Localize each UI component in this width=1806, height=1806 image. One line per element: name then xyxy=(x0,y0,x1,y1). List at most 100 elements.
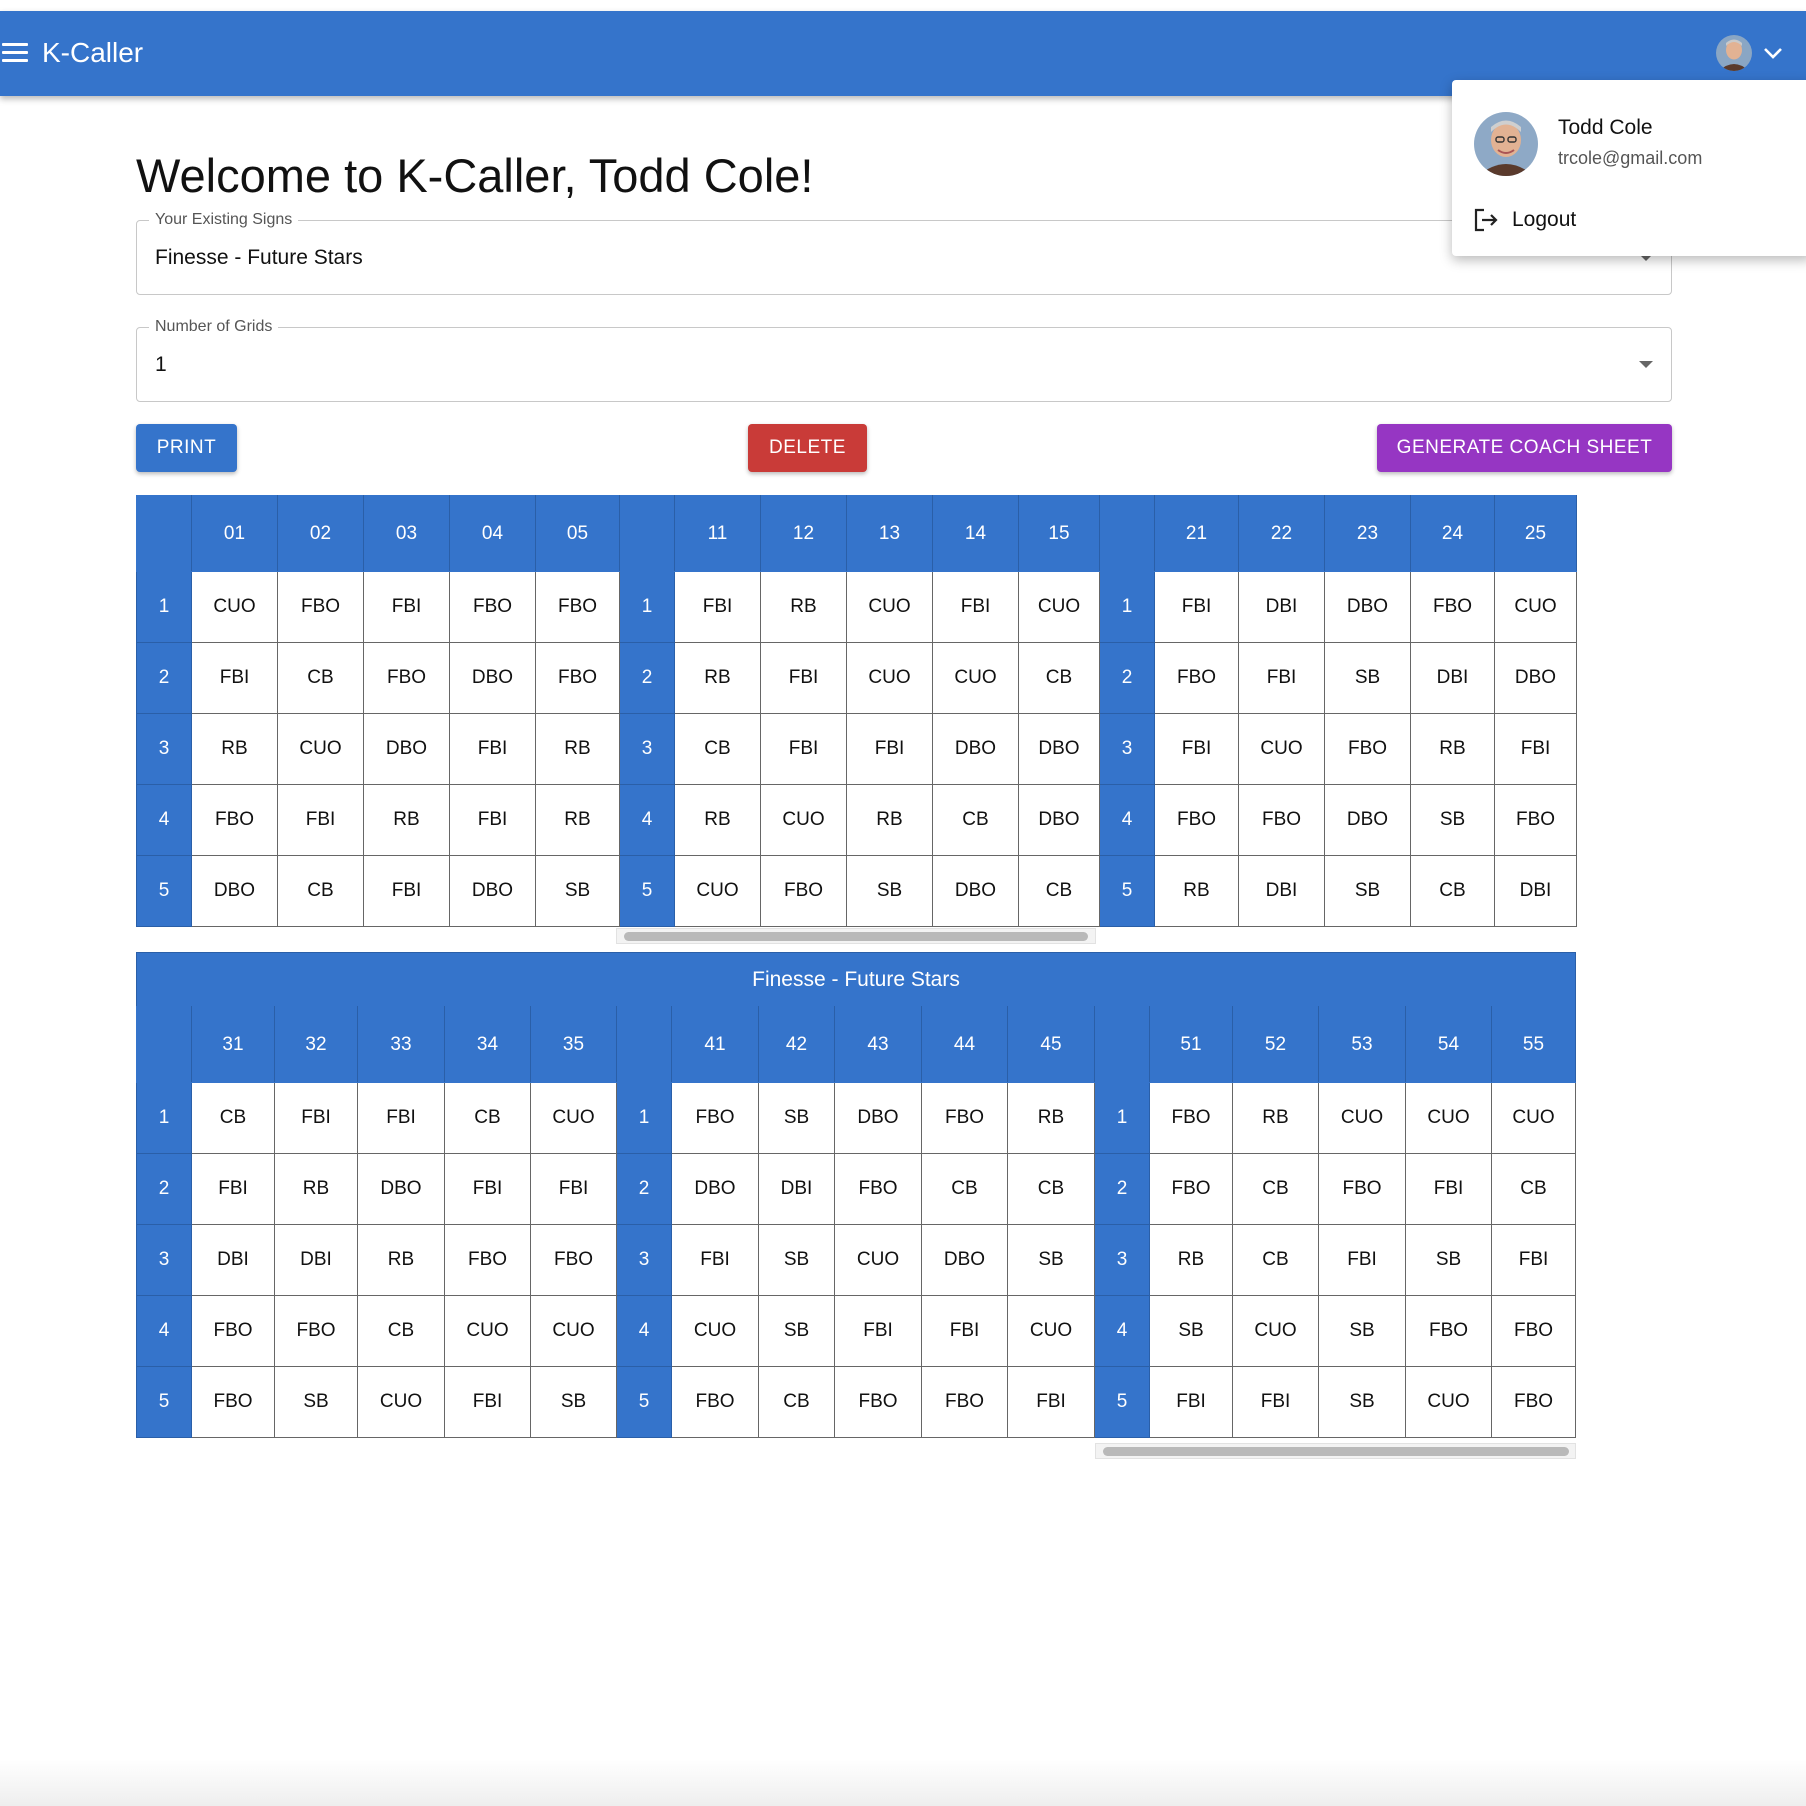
existing-signs-select[interactable]: Your Existing Signs Finesse - Future Sta… xyxy=(136,210,1672,295)
grid-cell[interactable]: FBO xyxy=(671,1082,759,1154)
grid-cell[interactable]: CUO xyxy=(1405,1366,1492,1438)
grid-cell[interactable]: FBI xyxy=(1154,713,1239,785)
grid-cell[interactable]: CUO xyxy=(1238,713,1325,785)
grid-cell[interactable]: CB xyxy=(1232,1153,1319,1225)
grid-cell[interactable]: SB xyxy=(1405,1224,1492,1296)
grid-cell[interactable]: FBO xyxy=(1324,713,1411,785)
grid-cell[interactable]: DBI xyxy=(1410,642,1495,714)
grid-cell[interactable]: FBI xyxy=(363,571,450,643)
grid-cell[interactable]: CUO xyxy=(674,855,761,927)
print-button[interactable]: PRINT xyxy=(136,424,237,472)
grid-cell[interactable]: FBI xyxy=(1318,1224,1406,1296)
grid-cell[interactable]: SB xyxy=(1149,1295,1233,1367)
grid-cell[interactable]: FBO xyxy=(1238,784,1325,856)
grid-cell[interactable]: RB xyxy=(1154,855,1239,927)
grid-cell[interactable]: CUO xyxy=(846,571,933,643)
grid-cell[interactable]: SB xyxy=(1007,1224,1095,1296)
grid-cell[interactable]: FBO xyxy=(191,784,278,856)
grid-cell[interactable]: SB xyxy=(530,1366,617,1438)
grid-cell[interactable]: DBI xyxy=(758,1153,835,1225)
grid-cell[interactable]: FBO xyxy=(449,571,536,643)
grid-cell[interactable]: FBI xyxy=(277,784,364,856)
scrollbar-thumb[interactable] xyxy=(1103,1447,1569,1456)
grid-cell[interactable]: CUO xyxy=(357,1366,445,1438)
grid-cell[interactable]: FBI xyxy=(357,1082,445,1154)
grid-cell[interactable]: FBO xyxy=(1405,1295,1492,1367)
grid-cell[interactable]: FBO xyxy=(274,1295,358,1367)
grid-cell[interactable]: CB xyxy=(1232,1224,1319,1296)
number-of-grids-select[interactable]: Number of Grids 1 xyxy=(136,317,1672,402)
grid-cell[interactable]: FBO xyxy=(191,1366,275,1438)
grid-cell[interactable]: CUO xyxy=(530,1295,617,1367)
grid-cell[interactable]: FBO xyxy=(530,1224,617,1296)
grid-cell[interactable]: CUO xyxy=(1405,1082,1492,1154)
grid-cell[interactable]: DBO xyxy=(1324,571,1411,643)
grid-cell[interactable]: FBI xyxy=(1232,1366,1319,1438)
grid-cell[interactable]: CB xyxy=(674,713,761,785)
grid-cell[interactable]: DBO xyxy=(1494,642,1577,714)
grid-cell[interactable]: CUO xyxy=(846,642,933,714)
grid-cell[interactable]: FBO xyxy=(921,1082,1008,1154)
grid-cell[interactable]: DBO xyxy=(449,642,536,714)
grid-cell[interactable]: CUO xyxy=(671,1295,759,1367)
grid-cell[interactable]: FBI xyxy=(449,784,536,856)
grid-cell[interactable]: RB xyxy=(1410,713,1495,785)
grid-cell[interactable]: RB xyxy=(674,784,761,856)
grid-cell[interactable]: SB xyxy=(1318,1366,1406,1438)
grid-cell[interactable]: FBO xyxy=(1494,784,1577,856)
logout-menu-item[interactable]: Logout xyxy=(1472,200,1792,240)
grid-cell[interactable]: DBI xyxy=(1238,855,1325,927)
grid-cell[interactable]: CUO xyxy=(932,642,1019,714)
grid-cell[interactable]: FBO xyxy=(535,642,620,714)
grid-cell[interactable]: DBI xyxy=(274,1224,358,1296)
grid-cell[interactable]: CB xyxy=(444,1082,531,1154)
grid-cell[interactable]: SB xyxy=(535,855,620,927)
grid-cell[interactable]: CB xyxy=(277,642,364,714)
grid-cell[interactable]: DBO xyxy=(932,713,1019,785)
grid-cell[interactable]: DBO xyxy=(1018,784,1100,856)
chevron-down-icon[interactable] xyxy=(1762,45,1784,61)
grid-cell[interactable]: FBI xyxy=(191,642,278,714)
grid-cell[interactable]: CB xyxy=(921,1153,1008,1225)
grid-cell[interactable]: CUO xyxy=(834,1224,922,1296)
grid-cell[interactable]: FBI xyxy=(444,1366,531,1438)
grid-cell[interactable]: FBI xyxy=(449,713,536,785)
grid-cell[interactable]: SB xyxy=(846,855,933,927)
grid-cell[interactable]: CB xyxy=(1018,642,1100,714)
grid-cell[interactable]: CUO xyxy=(1494,571,1577,643)
grid-cell[interactable]: RB xyxy=(274,1153,358,1225)
scrollbar-thumb[interactable] xyxy=(624,932,1088,941)
user-avatar-button[interactable] xyxy=(1716,35,1752,71)
grid-cell[interactable]: FBI xyxy=(932,571,1019,643)
grid-cell[interactable]: CB xyxy=(1491,1153,1576,1225)
grid-cell[interactable]: FBO xyxy=(834,1366,922,1438)
grid-cell[interactable]: FBO xyxy=(191,1295,275,1367)
grid-cell[interactable]: DBO xyxy=(191,855,278,927)
grid-cell[interactable]: FBO xyxy=(277,571,364,643)
grid-cell[interactable]: DBO xyxy=(932,855,1019,927)
grid-cell[interactable]: SB xyxy=(758,1224,835,1296)
hamburger-menu-icon[interactable] xyxy=(2,43,28,63)
grid-cell[interactable]: RB xyxy=(674,642,761,714)
grid-cell[interactable]: FBO xyxy=(1491,1295,1576,1367)
grid-cell[interactable]: FBO xyxy=(760,855,847,927)
delete-button[interactable]: DELETE xyxy=(748,424,867,472)
grid-cell[interactable]: CUO xyxy=(760,784,847,856)
grid-cell[interactable]: CUO xyxy=(1018,571,1100,643)
grid-cell[interactable]: CB xyxy=(357,1295,445,1367)
grid-cell[interactable]: DBO xyxy=(363,713,450,785)
grid-cell[interactable]: RB xyxy=(1149,1224,1233,1296)
grid-cell[interactable]: CB xyxy=(758,1366,835,1438)
grid-cell[interactable]: SB xyxy=(1410,784,1495,856)
grid-cell[interactable]: FBO xyxy=(834,1153,922,1225)
grid-cell[interactable]: CB xyxy=(277,855,364,927)
grid-cell[interactable]: SB xyxy=(1318,1295,1406,1367)
grid-cell[interactable]: FBO xyxy=(1154,784,1239,856)
grid-cell[interactable]: RB xyxy=(846,784,933,856)
grid-cell[interactable]: FBO xyxy=(535,571,620,643)
grid-cell[interactable]: DBI xyxy=(1494,855,1577,927)
bottom-grid-scrollbar[interactable] xyxy=(1095,1443,1576,1459)
grid-cell[interactable]: DBO xyxy=(357,1153,445,1225)
grid-cell[interactable]: CB xyxy=(1007,1153,1095,1225)
grid-cell[interactable]: RB xyxy=(357,1224,445,1296)
